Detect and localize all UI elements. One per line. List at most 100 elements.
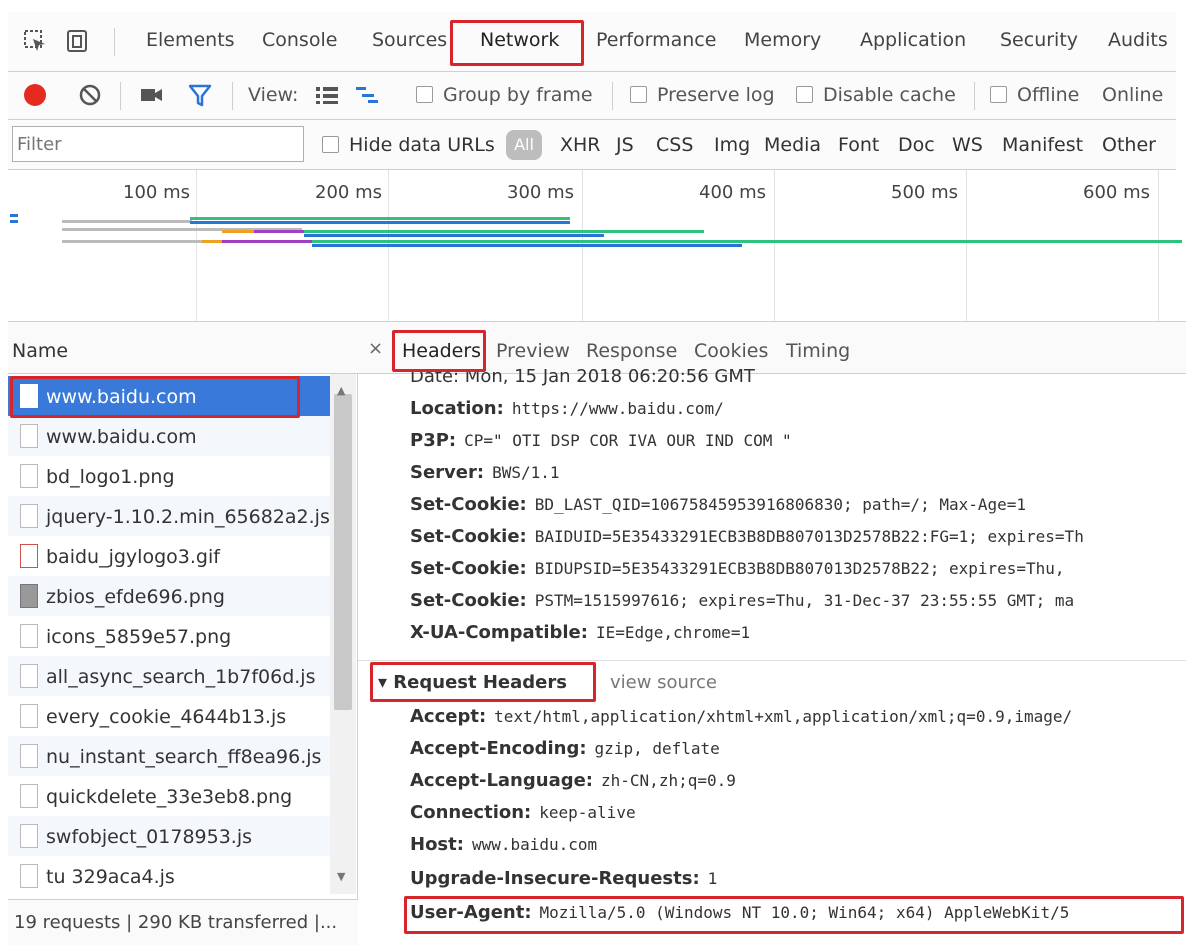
waterfall-overview-icon[interactable]	[354, 84, 380, 106]
request-row[interactable]: quickdelete_33e3eb8.png	[8, 776, 330, 816]
disable-cache-checkbox[interactable]: Disable cache	[796, 84, 956, 106]
waterfall-bar	[190, 221, 570, 224]
filter-type-doc[interactable]: Doc	[898, 134, 935, 156]
network-toolbar: View: Group by frame Preserve log Disabl…	[8, 72, 1176, 120]
scroll-down-icon[interactable]: ▼	[337, 870, 349, 883]
name-column-header[interactable]: Name	[8, 322, 358, 374]
request-row[interactable]: all_async_search_1b7f06d.js	[8, 656, 330, 696]
filter-type-all[interactable]: All	[506, 130, 542, 160]
header-key: Set-Cookie:	[410, 558, 527, 579]
timeline-overview[interactable]: 100 ms 200 ms 300 ms 400 ms 500 ms 600 m…	[8, 170, 1186, 322]
header-value: PSTM=1515997616; expires=Thu, 31-Dec-37 …	[534, 591, 1075, 610]
tab-timing[interactable]: Timing	[786, 340, 850, 362]
checkbox-box[interactable]	[416, 86, 433, 103]
image-file-icon	[20, 464, 38, 488]
group-by-frame-checkbox[interactable]: Group by frame	[416, 84, 593, 106]
request-row[interactable]: tu 329aca4.js	[8, 856, 330, 894]
capture-screenshots-icon[interactable]	[138, 85, 166, 105]
scroll-up-icon[interactable]: ▲	[337, 384, 349, 397]
checkbox-box[interactable]	[322, 136, 339, 153]
response-header: P3P: CP=" OTI DSP COR IVA OUR IND COM "	[410, 430, 792, 451]
tab-network[interactable]: Network	[480, 29, 559, 51]
request-row[interactable]: jquery-1.10.2.min_65682a2.js	[8, 496, 330, 536]
request-name: www.baidu.com	[46, 386, 197, 408]
filter-type-ws[interactable]: WS	[952, 134, 983, 156]
checkbox-box[interactable]	[630, 86, 647, 103]
waterfall-bar	[304, 230, 704, 233]
close-details-icon[interactable]: ×	[368, 338, 383, 359]
image-file-icon	[20, 544, 38, 568]
tab-application[interactable]: Application	[860, 29, 966, 51]
filter-type-css[interactable]: CSS	[656, 134, 693, 156]
script-file-icon	[20, 824, 38, 848]
request-name: baidu_jgylogo3.gif	[46, 546, 220, 568]
filter-type-manifest[interactable]: Manifest	[1002, 134, 1083, 156]
header-value: gzip, deflate	[594, 739, 720, 758]
tab-cookies[interactable]: Cookies	[694, 340, 768, 362]
response-header: Set-Cookie: BIDUPSID=5E35433291ECB3B8DB80…	[410, 558, 1065, 579]
filter-type-xhr[interactable]: XHR	[560, 134, 601, 156]
tab-security[interactable]: Security	[1000, 29, 1078, 51]
inspect-element-icon[interactable]	[22, 28, 48, 54]
request-row[interactable]: bd_logo1.png	[8, 456, 330, 496]
clear-icon[interactable]	[78, 83, 102, 107]
filter-type-media[interactable]: Media	[764, 134, 821, 156]
checkbox-box[interactable]	[990, 86, 1007, 103]
waterfall-bar	[190, 217, 570, 220]
response-header: Set-Cookie: BAIDUID=5E35433291ECB3B8DB807…	[410, 526, 1084, 547]
view-label: View:	[248, 84, 299, 106]
filter-type-font[interactable]: Font	[838, 134, 879, 156]
filter-input[interactable]	[12, 126, 304, 162]
checkbox-box[interactable]	[796, 86, 813, 103]
filter-icon[interactable]	[188, 83, 212, 109]
request-row[interactable]: nu_instant_search_ff8ea96.js	[8, 736, 330, 776]
toolbar-separator	[232, 82, 233, 110]
request-row[interactable]: zbios_efde696.png	[8, 576, 330, 616]
preserve-log-checkbox[interactable]: Preserve log	[630, 84, 775, 106]
view-source-link[interactable]: view source	[610, 672, 717, 693]
timeline-tick-label: 200 ms	[315, 182, 382, 203]
tab-headers[interactable]: Headers	[402, 340, 481, 362]
request-row[interactable]: every_cookie_4644b13.js	[8, 696, 330, 736]
hide-data-urls-checkbox[interactable]: Hide data URLs	[322, 134, 495, 156]
request-headers-toggle[interactable]: ▾ Request Headers	[378, 672, 567, 693]
request-header: Connection: keep-alive	[410, 802, 636, 823]
throttling-select[interactable]: Online	[1102, 84, 1163, 106]
filter-bar: Hide data URLs All XHR JS CSS Img Media …	[8, 120, 1176, 170]
tab-preview[interactable]: Preview	[496, 340, 570, 362]
tab-audits[interactable]: Audits	[1108, 29, 1168, 51]
script-file-icon	[20, 504, 38, 528]
scrollbar-thumb[interactable]	[334, 394, 352, 710]
tab-separator	[114, 28, 115, 56]
large-rows-icon[interactable]	[314, 84, 340, 106]
timeline-tick-label: 100 ms	[123, 182, 190, 203]
timeline-gridline	[774, 170, 775, 321]
request-row[interactable]: www.baidu.com	[8, 376, 330, 416]
tab-sources[interactable]: Sources	[372, 29, 447, 51]
tab-response[interactable]: Response	[586, 340, 677, 362]
timeline-tick-label: 400 ms	[699, 182, 766, 203]
network-summary: 19 requests | 290 KB transferred |...	[8, 899, 358, 945]
request-row[interactable]: swfobject_0178953.js	[8, 816, 330, 856]
device-toolbar-icon[interactable]	[64, 28, 90, 54]
tab-memory[interactable]: Memory	[744, 29, 821, 51]
filter-type-js[interactable]: JS	[616, 134, 634, 156]
waterfall-bar	[62, 220, 192, 223]
header-value: BIDUPSID=5E35433291ECB3B8DB807013D2578B2…	[534, 559, 1065, 578]
response-header: X-UA-Compatible: IE=Edge,chrome=1	[410, 622, 750, 643]
header-key: Location:	[410, 398, 504, 419]
request-row[interactable]: www.baidu.com	[8, 416, 330, 456]
waterfall-bar	[62, 240, 202, 243]
response-header: Server: BWS/1.1	[410, 462, 560, 483]
record-icon[interactable]	[22, 82, 48, 108]
offline-checkbox[interactable]: Offline	[990, 84, 1079, 106]
filter-type-img[interactable]: Img	[714, 134, 750, 156]
request-row[interactable]: baidu_jgylogo3.gif	[8, 536, 330, 576]
tab-performance[interactable]: Performance	[596, 29, 716, 51]
timeline-tick-label: 300 ms	[507, 182, 574, 203]
tab-elements[interactable]: Elements	[146, 29, 235, 51]
timeline-gridline	[196, 170, 197, 321]
tab-console[interactable]: Console	[262, 29, 337, 51]
filter-type-other[interactable]: Other	[1102, 134, 1156, 156]
request-row[interactable]: icons_5859e57.png	[8, 616, 330, 656]
